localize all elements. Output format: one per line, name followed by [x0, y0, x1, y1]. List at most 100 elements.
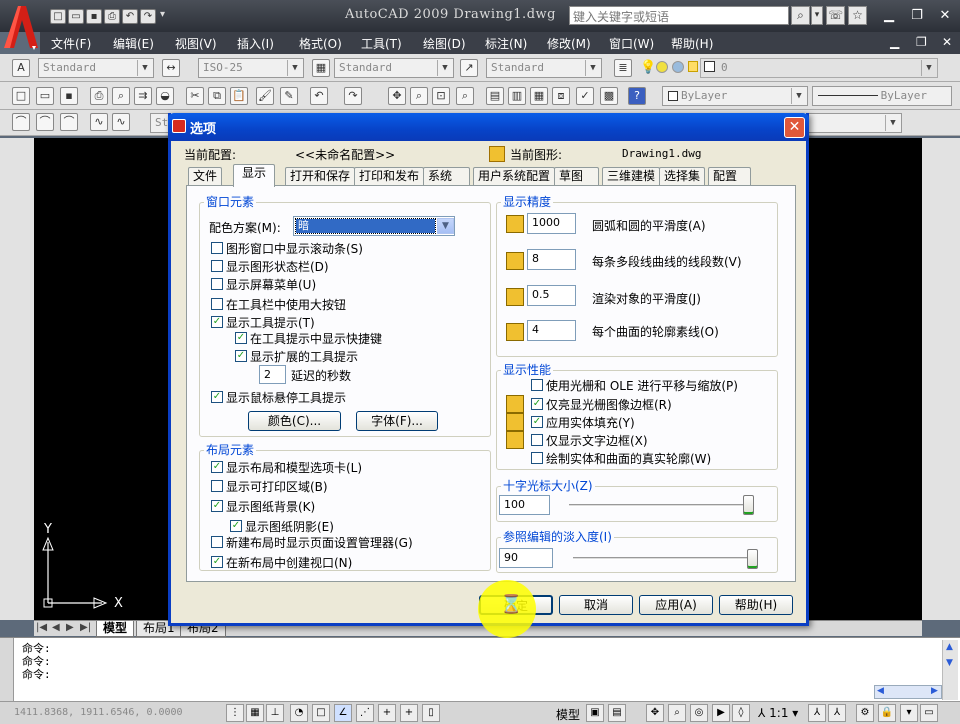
dialog-title-bar[interactable]: 选项 ✕	[168, 113, 809, 141]
polyline-segments-input[interactable]: 8	[527, 249, 576, 270]
3d-dwf-icon[interactable]: ◒	[156, 87, 174, 105]
cancel-button[interactable]: 取消	[559, 595, 633, 615]
fonts-button[interactable]: 字体(F)...	[356, 411, 438, 431]
annotation-scale[interactable]: ⅄ 1:1 ▾	[758, 706, 798, 720]
dyn-icon[interactable]: +	[378, 704, 396, 722]
tab-system[interactable]: 系统	[423, 167, 470, 186]
multileader-style-select[interactable]: Standard ▼	[486, 58, 602, 78]
command-scrollbar[interactable]: ▲ ▼	[942, 640, 958, 700]
layer-on-bulb-icon[interactable]: 💡	[640, 60, 656, 75]
scroll-down-icon[interactable]: ▼	[946, 658, 953, 668]
tab-open-save[interactable]: 打开和保存	[285, 167, 356, 186]
tab-drafting[interactable]: 草图	[554, 167, 599, 186]
scroll-right-icon[interactable]: ▶	[931, 686, 938, 696]
sheet-set-icon[interactable]: ⧈	[552, 87, 570, 105]
quick-view-layouts-icon[interactable]: ▣	[586, 704, 604, 722]
multileader-style-icon[interactable]: ↗	[460, 59, 478, 77]
cut-icon[interactable]: ✂	[186, 87, 204, 105]
search-input[interactable]: 键入关键字或短语	[569, 6, 789, 25]
paper-shadow-checkbox[interactable]: ✓	[230, 520, 242, 532]
publish-icon[interactable]: ⇉	[134, 87, 152, 105]
autocad-logo-icon[interactable]	[2, 2, 40, 54]
search-icon[interactable]: ⌕	[791, 6, 810, 25]
dialog-close-button[interactable]: ✕	[784, 117, 805, 138]
text-frame-checkbox[interactable]	[531, 434, 543, 446]
menu-draw[interactable]: 绘图(D)	[423, 35, 466, 52]
dim-style-icon[interactable]: ↔	[162, 59, 180, 77]
quick-access-dropdown-icon[interactable]: ▾	[160, 9, 165, 20]
coordinates-readout[interactable]: 1411.8368, 1911.6546, 0.0000	[14, 707, 183, 718]
menu-format[interactable]: 格式(O)	[299, 35, 342, 52]
zoom-realtime-icon[interactable]: ⌕	[410, 87, 428, 105]
block-editor-icon[interactable]: ✎	[280, 87, 298, 105]
restore-icon[interactable]: ❐	[908, 7, 926, 25]
color-select[interactable]: ByLayer ▼	[662, 86, 808, 106]
menu-insert[interactable]: 插入(I)	[237, 35, 274, 52]
model-space-label[interactable]: 模型	[556, 706, 580, 723]
apply-button[interactable]: 应用(A)	[639, 595, 713, 615]
paste-icon[interactable]: 📋	[230, 87, 248, 105]
command-hscrollbar[interactable]: ◀ ▶	[874, 685, 942, 699]
table-style-select[interactable]: Standard ▼	[334, 58, 454, 78]
color-scheme-select[interactable]: 暗 ▼	[293, 216, 455, 236]
snap-icon[interactable]: ⋮	[226, 704, 244, 722]
menu-dimension[interactable]: 标注(N)	[485, 35, 527, 52]
clean-screen-icon[interactable]: ▭	[920, 704, 938, 722]
dim-style-select[interactable]: ISO-25 ▼	[198, 58, 304, 78]
open-file-icon[interactable]: ▭	[36, 87, 54, 105]
new-icon[interactable]: □	[50, 9, 66, 24]
grid-icon[interactable]: ▦	[246, 704, 264, 722]
menu-window[interactable]: 窗口(W)	[609, 35, 654, 52]
help-button[interactable]: 帮助(H)	[719, 595, 793, 615]
show-shortcut-keys-checkbox[interactable]: ✓	[235, 332, 247, 344]
xref-fade-input[interactable]: 90	[499, 548, 553, 568]
raster-frame-checkbox[interactable]: ✓	[531, 398, 543, 410]
tab-user-preferences[interactable]: 用户系统配置	[473, 167, 556, 186]
chevron-down-icon[interactable]: ▼	[437, 218, 454, 234]
arc-tool-3-icon[interactable]: ⌒	[60, 113, 78, 131]
ducs-icon[interactable]: ⋰	[356, 704, 374, 722]
text-style-select[interactable]: Standard ▼	[38, 58, 154, 78]
design-center-icon[interactable]: ▥	[508, 87, 526, 105]
markup-icon[interactable]: ✓	[576, 87, 594, 105]
layer-select[interactable]: 0 ▼	[700, 58, 938, 78]
rollover-tooltips-checkbox[interactable]: ✓	[211, 391, 223, 403]
redo-tool-icon[interactable]: ↷	[344, 87, 362, 105]
menu-view[interactable]: 视图(V)	[175, 35, 217, 52]
contour-lines-input[interactable]: 4	[527, 320, 576, 341]
arc-tool-icon[interactable]: ⌒	[12, 113, 30, 131]
scroll-left-icon[interactable]: ◀	[877, 686, 884, 696]
annotation-visibility-icon[interactable]: ⅄	[808, 704, 826, 722]
show-screen-menu-checkbox[interactable]	[211, 278, 223, 290]
render-smoothness-input[interactable]: 0.5	[527, 285, 576, 306]
properties-icon[interactable]: ▤	[486, 87, 504, 105]
crosshair-size-track[interactable]	[569, 504, 754, 507]
lineweight-icon[interactable]: +	[400, 704, 418, 722]
doc-minimize-icon[interactable]: ▁	[890, 35, 899, 49]
menu-modify[interactable]: 修改(M)	[547, 35, 591, 52]
create-viewport-checkbox[interactable]: ✓	[211, 556, 223, 568]
show-status-bar-checkbox[interactable]	[211, 260, 223, 272]
show-extended-tooltips-checkbox[interactable]: ✓	[235, 350, 247, 362]
tooltip-delay-input[interactable]: 2	[259, 365, 286, 384]
menu-file[interactable]: 文件(F)	[51, 35, 91, 52]
calculator-icon[interactable]: ▩	[600, 87, 618, 105]
close-icon[interactable]: ✕	[936, 7, 954, 25]
undo-icon[interactable]: ↶	[122, 9, 138, 24]
text-style-icon[interactable]: A	[12, 59, 30, 77]
show-tooltips-checkbox[interactable]: ✓	[211, 316, 223, 328]
osnap-icon[interactable]: □	[312, 704, 330, 722]
doc-restore-icon[interactable]: ❐	[916, 35, 927, 49]
workspace-select[interactable]: ▼	[800, 113, 902, 133]
paper-background-checkbox[interactable]: ✓	[211, 500, 223, 512]
otrack-icon[interactable]: ∠	[334, 704, 352, 722]
xref-fade-slider[interactable]	[747, 549, 758, 569]
tab-files[interactable]: 文件	[188, 167, 223, 186]
arc-tool-2-icon[interactable]: ⌒	[36, 113, 54, 131]
zoom-window-icon[interactable]: ⊡	[432, 87, 450, 105]
tab-model[interactable]: 模型	[96, 621, 135, 637]
tool-palettes-icon[interactable]: ▦	[530, 87, 548, 105]
pan-icon[interactable]: ✥	[388, 87, 406, 105]
doc-close-icon[interactable]: ✕	[942, 35, 952, 49]
solid-fill-checkbox[interactable]: ✓	[531, 416, 543, 428]
